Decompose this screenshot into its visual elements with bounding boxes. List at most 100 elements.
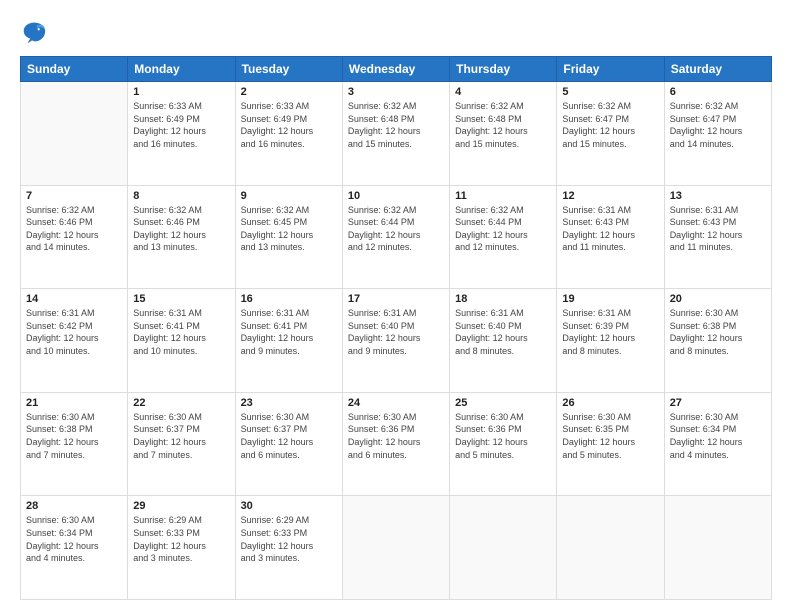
day-info: Sunrise: 6:32 AM Sunset: 6:47 PM Dayligh… — [562, 100, 658, 150]
day-number: 21 — [26, 397, 122, 409]
calendar-cell: 3 Sunrise: 6:32 AM Sunset: 6:48 PM Daylig… — [342, 82, 449, 186]
calendar-header-wednesday: Wednesday — [342, 57, 449, 82]
day-info: Sunrise: 6:30 AM Sunset: 6:36 PM Dayligh… — [455, 411, 551, 461]
day-info: Sunrise: 6:32 AM Sunset: 6:46 PM Dayligh… — [133, 204, 229, 254]
day-number: 10 — [348, 190, 444, 202]
calendar-cell: 9 Sunrise: 6:32 AM Sunset: 6:45 PM Daylig… — [235, 185, 342, 289]
calendar-cell: 24 Sunrise: 6:30 AM Sunset: 6:36 PM Dayli… — [342, 392, 449, 496]
day-info: Sunrise: 6:32 AM Sunset: 6:44 PM Dayligh… — [455, 204, 551, 254]
calendar-cell — [664, 496, 771, 600]
day-number: 30 — [241, 500, 337, 512]
calendar-cell: 6 Sunrise: 6:32 AM Sunset: 6:47 PM Daylig… — [664, 82, 771, 186]
day-info: Sunrise: 6:32 AM Sunset: 6:45 PM Dayligh… — [241, 204, 337, 254]
calendar-cell: 15Sunrise: 6:31 AM Sunset: 6:41 PM Dayli… — [128, 289, 235, 393]
day-info: Sunrise: 6:31 AM Sunset: 6:41 PM Dayligh… — [241, 307, 337, 357]
day-number: 4 — [455, 86, 551, 98]
logo — [20, 18, 52, 46]
day-number: 6 — [670, 86, 766, 98]
calendar-cell: 2 Sunrise: 6:33 AM Sunset: 6:49 PM Daylig… — [235, 82, 342, 186]
page: SundayMondayTuesdayWednesdayThursdayFrid… — [0, 0, 792, 612]
day-info: Sunrise: 6:32 AM Sunset: 6:46 PM Dayligh… — [26, 204, 122, 254]
day-number: 5 — [562, 86, 658, 98]
header — [20, 18, 772, 46]
day-info: Sunrise: 6:32 AM Sunset: 6:47 PM Dayligh… — [670, 100, 766, 150]
calendar-cell: 13 Sunrise: 6:31 AM Sunset: 6:43 PM Dayli… — [664, 185, 771, 289]
day-number: 7 — [26, 190, 122, 202]
day-number: 8 — [133, 190, 229, 202]
day-info: Sunrise: 6:30 AM Sunset: 6:36 PM Dayligh… — [348, 411, 444, 461]
calendar-cell: 12 Sunrise: 6:31 AM Sunset: 6:43 PM Dayli… — [557, 185, 664, 289]
logo-icon — [20, 18, 48, 46]
calendar-cell: 27Sunrise: 6:30 AM Sunset: 6:34 PM Dayli… — [664, 392, 771, 496]
calendar-week-1: 1 Sunrise: 6:33 AM Sunset: 6:49 PM Daylig… — [21, 82, 772, 186]
calendar-week-5: 28 Sunrise: 6:30 AM Sunset: 6:34 PM Dayli… — [21, 496, 772, 600]
day-info: Sunrise: 6:31 AM Sunset: 6:42 PM Dayligh… — [26, 307, 122, 357]
calendar-cell — [342, 496, 449, 600]
calendar-cell: 8 Sunrise: 6:32 AM Sunset: 6:46 PM Daylig… — [128, 185, 235, 289]
calendar-cell: 14 Sunrise: 6:31 AM Sunset: 6:42 PM Dayli… — [21, 289, 128, 393]
calendar-cell: 29 Sunrise: 6:29 AM Sunset: 6:33 PM Dayli… — [128, 496, 235, 600]
calendar-cell: 1 Sunrise: 6:33 AM Sunset: 6:49 PM Daylig… — [128, 82, 235, 186]
calendar-cell: 30 Sunrise: 6:29 AM Sunset: 6:33 PM Dayli… — [235, 496, 342, 600]
day-number: 12 — [562, 190, 658, 202]
calendar-week-4: 21 Sunrise: 6:30 AM Sunset: 6:38 PM Dayli… — [21, 392, 772, 496]
day-number: 18 — [455, 293, 551, 305]
day-info: Sunrise: 6:32 AM Sunset: 6:48 PM Dayligh… — [455, 100, 551, 150]
calendar-cell: 28 Sunrise: 6:30 AM Sunset: 6:34 PM Dayli… — [21, 496, 128, 600]
day-info: Sunrise: 6:33 AM Sunset: 6:49 PM Dayligh… — [133, 100, 229, 150]
day-info: Sunrise: 6:30 AM Sunset: 6:38 PM Dayligh… — [670, 307, 766, 357]
day-info: Sunrise: 6:29 AM Sunset: 6:33 PM Dayligh… — [241, 514, 337, 564]
calendar-cell: 16 Sunrise: 6:31 AM Sunset: 6:41 PM Dayli… — [235, 289, 342, 393]
day-number: 16 — [241, 293, 337, 305]
day-number: 9 — [241, 190, 337, 202]
day-number: 17 — [348, 293, 444, 305]
calendar-header-thursday: Thursday — [450, 57, 557, 82]
calendar-cell: 4 Sunrise: 6:32 AM Sunset: 6:48 PM Daylig… — [450, 82, 557, 186]
day-info: Sunrise: 6:30 AM Sunset: 6:35 PM Dayligh… — [562, 411, 658, 461]
day-info: Sunrise: 6:31 AM Sunset: 6:43 PM Dayligh… — [562, 204, 658, 254]
day-info: Sunrise: 6:32 AM Sunset: 6:44 PM Dayligh… — [348, 204, 444, 254]
day-number: 29 — [133, 500, 229, 512]
day-info: Sunrise: 6:29 AM Sunset: 6:33 PM Dayligh… — [133, 514, 229, 564]
calendar-cell — [450, 496, 557, 600]
day-number: 25 — [455, 397, 551, 409]
day-number: 15 — [133, 293, 229, 305]
day-info: Sunrise: 6:30 AM Sunset: 6:38 PM Dayligh… — [26, 411, 122, 461]
day-number: 3 — [348, 86, 444, 98]
calendar-week-2: 7 Sunrise: 6:32 AM Sunset: 6:46 PM Daylig… — [21, 185, 772, 289]
calendar-cell — [21, 82, 128, 186]
calendar-table: SundayMondayTuesdayWednesdayThursdayFrid… — [20, 56, 772, 600]
day-number: 24 — [348, 397, 444, 409]
calendar-header-tuesday: Tuesday — [235, 57, 342, 82]
day-info: Sunrise: 6:30 AM Sunset: 6:37 PM Dayligh… — [241, 411, 337, 461]
calendar-cell: 5 Sunrise: 6:32 AM Sunset: 6:47 PM Daylig… — [557, 82, 664, 186]
day-info: Sunrise: 6:31 AM Sunset: 6:43 PM Dayligh… — [670, 204, 766, 254]
calendar-header-row: SundayMondayTuesdayWednesdayThursdayFrid… — [21, 57, 772, 82]
calendar-header-sunday: Sunday — [21, 57, 128, 82]
day-number: 28 — [26, 500, 122, 512]
calendar-cell: 21 Sunrise: 6:30 AM Sunset: 6:38 PM Dayli… — [21, 392, 128, 496]
day-info: Sunrise: 6:31 AM Sunset: 6:39 PM Dayligh… — [562, 307, 658, 357]
calendar-cell: 26Sunrise: 6:30 AM Sunset: 6:35 PM Dayli… — [557, 392, 664, 496]
calendar-cell — [557, 496, 664, 600]
day-info: Sunrise: 6:30 AM Sunset: 6:34 PM Dayligh… — [26, 514, 122, 564]
calendar-header-friday: Friday — [557, 57, 664, 82]
calendar-header-monday: Monday — [128, 57, 235, 82]
day-number: 23 — [241, 397, 337, 409]
calendar-cell: 19Sunrise: 6:31 AM Sunset: 6:39 PM Dayli… — [557, 289, 664, 393]
day-number: 1 — [133, 86, 229, 98]
calendar-cell: 7 Sunrise: 6:32 AM Sunset: 6:46 PM Daylig… — [21, 185, 128, 289]
calendar-cell: 18Sunrise: 6:31 AM Sunset: 6:40 PM Dayli… — [450, 289, 557, 393]
calendar-cell: 22Sunrise: 6:30 AM Sunset: 6:37 PM Dayli… — [128, 392, 235, 496]
day-info: Sunrise: 6:31 AM Sunset: 6:40 PM Dayligh… — [348, 307, 444, 357]
day-number: 2 — [241, 86, 337, 98]
day-number: 11 — [455, 190, 551, 202]
day-number: 13 — [670, 190, 766, 202]
day-number: 14 — [26, 293, 122, 305]
day-number: 22 — [133, 397, 229, 409]
day-info: Sunrise: 6:33 AM Sunset: 6:49 PM Dayligh… — [241, 100, 337, 150]
day-info: Sunrise: 6:32 AM Sunset: 6:48 PM Dayligh… — [348, 100, 444, 150]
calendar-cell: 20 Sunrise: 6:30 AM Sunset: 6:38 PM Dayli… — [664, 289, 771, 393]
calendar-cell: 10 Sunrise: 6:32 AM Sunset: 6:44 PM Dayli… — [342, 185, 449, 289]
day-number: 20 — [670, 293, 766, 305]
